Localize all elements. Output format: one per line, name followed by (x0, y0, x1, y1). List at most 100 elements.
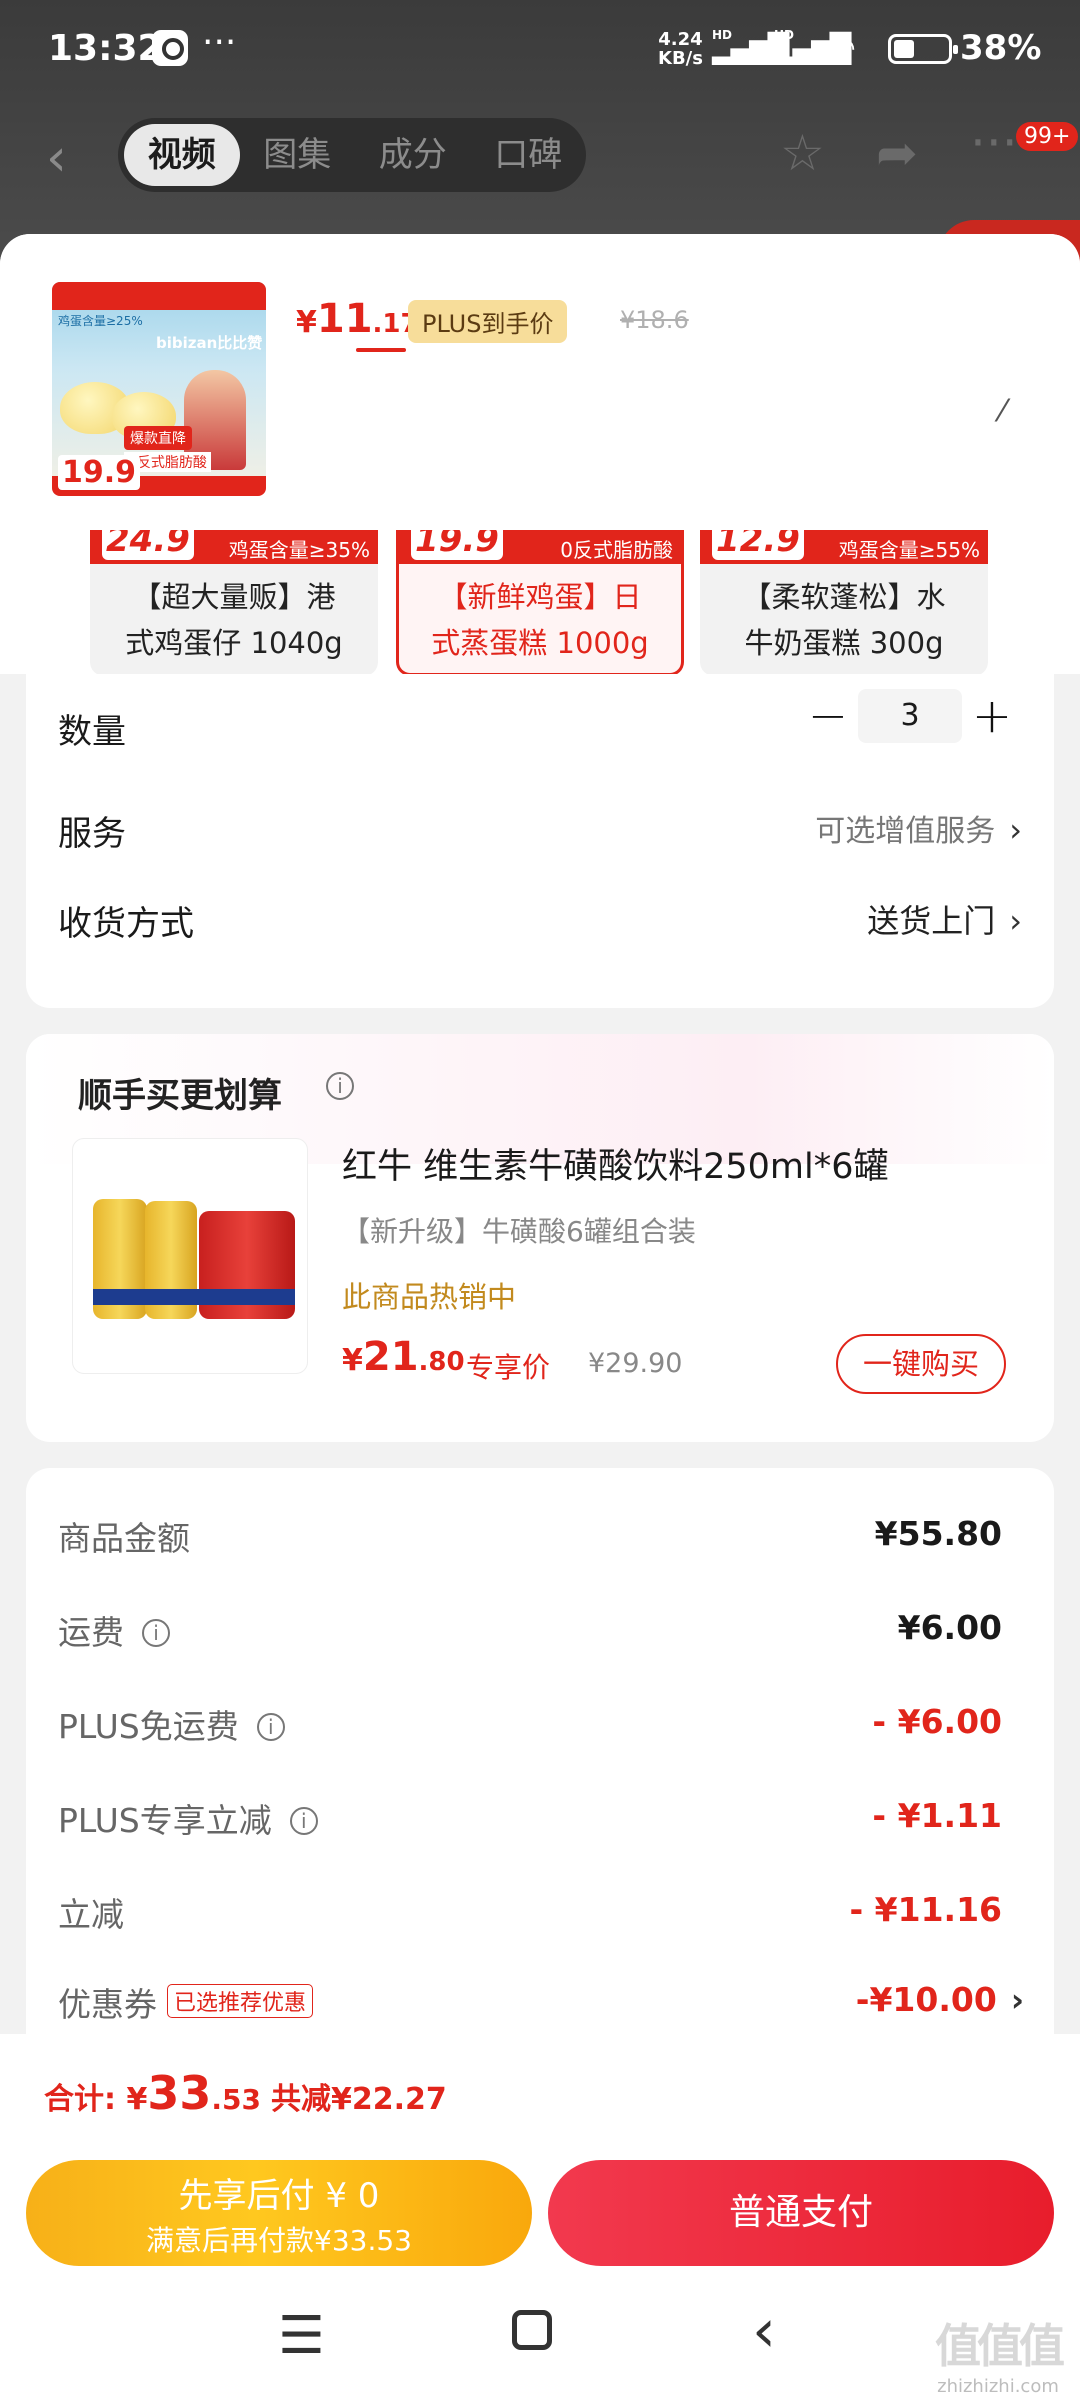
tab-video[interactable]: 视频 (124, 124, 240, 186)
addon-hot-label: 此商品热销中 (342, 1280, 517, 1314)
info-icon[interactable]: i (326, 1072, 354, 1100)
variant-name: 【新鲜鸡蛋】日 式蒸蛋糕 1000g (399, 574, 681, 666)
total-deduction: 共减¥22.27 (270, 2082, 447, 2117)
addon-product-image[interactable] (72, 1138, 308, 1374)
currency-symbol: ¥ (126, 2082, 148, 2117)
original-price: ¥18.6 (620, 306, 689, 334)
service-label: 服务 (58, 814, 126, 854)
status-time: 13:32 (48, 28, 163, 69)
fee-label-wrap: 优惠券 已选推荐优惠 (58, 1978, 314, 2026)
delivery-selector[interactable]: 送货上门 › (867, 896, 1022, 942)
watermark-logo: 值值值 (935, 2319, 1065, 2373)
one-click-buy-button[interactable]: 一键购买 (836, 1334, 1006, 1394)
message-badge: 99+ (1016, 122, 1079, 151)
system-nav-bar: ☰ ‹ (0, 2280, 1080, 2400)
fee-label: 运费 (58, 1613, 124, 1652)
fee-value: - ¥6.00 (872, 1702, 1002, 1741)
variant-option[interactable]: 24.9 鸡蛋含量≥35% 【超大量贩】港 式鸡蛋仔 1040g (90, 530, 378, 676)
service-value: 可选增值服务 (815, 814, 996, 849)
signal-icon: ▂▄▆█ (712, 32, 789, 65)
delivery-label: 收货方式 (58, 904, 194, 944)
addon-subtitle: 【新升级】牛磺酸6罐组合装 (342, 1215, 696, 1248)
variant-name: 【柔软蓬松】水 牛奶蛋糕 300g (700, 574, 988, 666)
pay-later-label: 先享后付 ¥ 0 (178, 2176, 380, 2216)
service-selector[interactable]: 可选增值服务 › (815, 806, 1022, 850)
currency-symbol: ¥ (296, 305, 317, 340)
media-tabs: 视频 图集 成分 口碑 (118, 118, 586, 192)
fee-label-wrap: 运费 i (58, 1606, 170, 1654)
quantity-input[interactable]: 3 (858, 689, 962, 743)
normal-pay-button[interactable]: 普通支付 (548, 2160, 1054, 2266)
price-breakdown-card: 商品金额 ¥55.80 运费 i ¥6.00 PLUS免运费 i - ¥6.00 P… (26, 1468, 1054, 2068)
fee-label: PLUS专享立减 (58, 1801, 272, 1840)
variant-name-line: 牛奶蛋糕 300g (744, 626, 944, 660)
addon-title: 顺手买更划算 (78, 1076, 282, 1116)
back-icon[interactable]: ‹ (752, 2296, 776, 2366)
currency-symbol: ¥ (342, 1343, 363, 1378)
plus-button[interactable]: + (962, 688, 1022, 744)
thumb-top-band (52, 282, 266, 310)
variant-tag: 鸡蛋含量≥35% (228, 538, 370, 562)
price-integer: 21 (362, 1334, 419, 1380)
close-icon[interactable]: ⁄ (1000, 394, 1005, 429)
coupon-tag: 已选推荐优惠 (167, 1984, 314, 2018)
info-icon[interactable]: i (142, 1619, 170, 1647)
fee-label: 立减 (58, 1895, 124, 1934)
pay-later-button[interactable]: 先享后付 ¥ 0 满意后再付款¥33.53 (26, 2160, 532, 2266)
fee-label-wrap: PLUS免运费 i (58, 1700, 285, 1748)
battery-icon (888, 34, 958, 64)
home-icon[interactable] (512, 2310, 552, 2350)
variant-name-line: 【新鲜鸡蛋】日 (438, 580, 642, 614)
variant-name-line: 式蒸蛋糕 1000g (431, 626, 649, 660)
variant-price: 12.9 (712, 530, 804, 560)
thumb-badge: 鸡蛋含量≥25% (58, 314, 143, 328)
price-integer: 11 (316, 296, 373, 342)
addon-original-price: ¥29.90 (588, 1348, 683, 1379)
addon-name[interactable]: 红牛 维生素牛磺酸饮料250ml*6罐 (342, 1138, 889, 1189)
thumb-tag: 爆款直降 (124, 426, 192, 450)
chevron-right-icon: › (1010, 1981, 1024, 2019)
delivery-value: 送货上门 (867, 902, 996, 940)
variant-option-selected[interactable]: 19.9 0反式脂肪酸 【新鲜鸡蛋】日 式蒸蛋糕 1000g (396, 530, 684, 676)
chevron-right-icon: › (1009, 902, 1022, 940)
chevron-right-icon: › (1009, 811, 1022, 849)
addon-price: ¥21.80 (342, 1334, 465, 1380)
more-notifications-icon: ··· (202, 22, 237, 63)
product-thumbnail[interactable]: 鸡蛋含量≥25% bibizan比比赞 爆款直降 0反式脂肪酸 19.9 (52, 282, 266, 496)
fee-row-goods: 商品金额 ¥55.80 (58, 1512, 1022, 1562)
fee-label-wrap: PLUS专享立减 i (58, 1794, 318, 1842)
fee-row-shipping: 运费 i ¥6.00 (58, 1606, 1022, 1656)
clock-app-icon (152, 30, 188, 66)
share-icon[interactable]: ➦ (876, 124, 918, 182)
star-icon[interactable]: ☆ (780, 124, 825, 182)
total-integer: 33 (147, 2066, 212, 2120)
fee-row-plus-discount: PLUS专享立减 i - ¥1.11 (58, 1794, 1022, 1844)
fee-label: 商品金额 (58, 1519, 190, 1558)
price-underline (356, 348, 406, 352)
variant-tag: 鸡蛋含量≥55% (838, 538, 980, 562)
network-speed: 4.24 KB/s (658, 30, 703, 68)
fee-value: ¥6.00 (897, 1608, 1002, 1647)
total-decimal: .53 (211, 2083, 261, 2116)
addon-card: 顺手买更划算 i 红牛 维生素牛磺酸饮料250ml*6罐 【新升级】牛磺酸6罐组… (26, 1034, 1054, 1442)
menu-icon[interactable]: ☰ (278, 2306, 325, 2366)
info-icon[interactable]: i (256, 1713, 285, 1741)
tab-ingredients[interactable]: 成分 (355, 124, 471, 186)
wifi-icon: ◠ (828, 28, 856, 66)
variant-price: 19.9 (411, 530, 503, 560)
info-icon[interactable]: i (289, 1807, 318, 1835)
exclusive-price-label: 专享价 (466, 1351, 551, 1384)
fee-row-coupon[interactable]: 优惠券 已选推荐优惠 -¥10.00 › (58, 1978, 1024, 2028)
variant-selector: 24.9 鸡蛋含量≥35% 【超大量贩】港 式鸡蛋仔 1040g 19.9 0反式… (0, 530, 1080, 676)
variant-option[interactable]: 12.9 鸡蛋含量≥55% 【柔软蓬松】水 牛奶蛋糕 300g (700, 530, 988, 676)
thumb-brand: bibizan比比赞 (156, 334, 263, 352)
watermark: 值值值 zhizhizhi.com (928, 2310, 1068, 2397)
tab-reviews[interactable]: 口碑 (471, 124, 587, 186)
minus-button[interactable]: − (798, 688, 858, 744)
chevron-left-icon[interactable]: ‹ (46, 128, 67, 188)
tab-gallery[interactable]: 图集 (240, 124, 356, 186)
more-icon[interactable]: ··· (970, 114, 1018, 172)
quantity-stepper: − 3 + (798, 688, 1022, 744)
signal-icon-2: ▂▄▆█ (774, 32, 851, 65)
speed-value: 4.24 (658, 29, 703, 50)
